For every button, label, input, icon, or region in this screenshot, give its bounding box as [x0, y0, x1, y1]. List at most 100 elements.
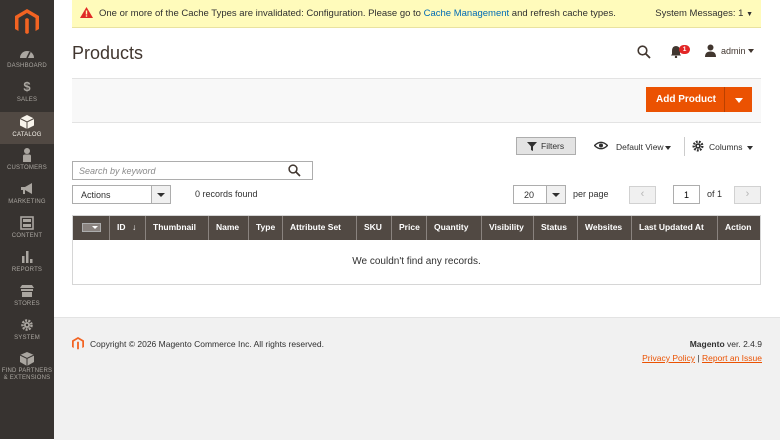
column-header-attribute-set[interactable]: Attribute Set	[283, 216, 357, 240]
chevron-down-icon	[747, 146, 753, 150]
search-icon[interactable]	[288, 164, 301, 177]
magento-logo-icon	[72, 337, 84, 350]
gear-icon	[21, 319, 33, 331]
column-header-quantity[interactable]: Quantity	[427, 216, 482, 240]
sidebar-item-label: MARKETING	[8, 199, 46, 205]
sidebar-item-label: SYSTEM	[14, 335, 40, 341]
add-product-label[interactable]: Add Product	[656, 94, 716, 105]
column-label: Price	[399, 222, 420, 232]
sidebar-item-label: CUSTOMERS	[6, 165, 48, 171]
column-label: Visibility	[489, 222, 524, 232]
chevron-down-icon: ▼	[746, 11, 753, 18]
sidebar-item-label: SALES	[16, 97, 38, 103]
toolbar-divider	[684, 137, 685, 156]
layout-icon	[20, 216, 34, 230]
sidebar-item-marketing[interactable]: MARKETING	[0, 182, 54, 216]
filter-icon	[527, 142, 537, 151]
per-page-select[interactable]: 20	[513, 185, 566, 204]
sidebar-item-label: STORES	[14, 301, 40, 307]
page-title: Products	[72, 43, 144, 63]
megaphone-icon	[21, 183, 32, 194]
column-label: Action	[725, 222, 752, 232]
column-header-websites[interactable]: Websites	[578, 216, 632, 240]
dropdown-toggle[interactable]	[546, 186, 565, 203]
warning-icon	[80, 7, 93, 18]
copyright-text: Copyright © 2026 Magento Commerce Inc. A…	[90, 339, 324, 349]
column-label: Status	[541, 222, 567, 232]
empty-grid-message: We couldn't find any records.	[352, 256, 481, 267]
mass-select-checkbox[interactable]	[82, 223, 101, 232]
keyword-search-box	[72, 161, 313, 180]
storefront-icon	[20, 285, 34, 297]
button-divider	[724, 87, 725, 112]
next-page-button[interactable]: ›	[734, 186, 761, 204]
mass-select-column[interactable]	[73, 216, 110, 240]
column-header-price[interactable]: Price	[392, 216, 427, 240]
search-input[interactable]	[79, 164, 279, 177]
filters-label: Filters	[541, 141, 565, 151]
sidebar-item-customers[interactable]: CUSTOMERS	[0, 148, 54, 182]
search-icon[interactable]	[637, 45, 651, 59]
actions-dropdown[interactable]: Actions	[72, 185, 171, 204]
sidebar-item-label: DASHBOARD	[7, 63, 47, 69]
box-icon	[19, 352, 35, 366]
sidebar-item-content[interactable]: CONTENT	[0, 216, 54, 250]
speedometer-icon	[20, 51, 34, 59]
user-icon[interactable]	[704, 44, 717, 57]
column-header-status[interactable]: Status	[534, 216, 578, 240]
column-label: Last Updated At	[639, 222, 704, 232]
filters-button[interactable]: Filters	[516, 137, 576, 155]
chevron-down-icon	[157, 193, 165, 197]
version-text: Magento ver. 2.4.9	[690, 339, 762, 349]
add-product-button[interactable]: Add Product	[646, 87, 752, 112]
column-label: Thumbnail	[153, 222, 196, 232]
system-message-bar: One or more of the Cache Types are inval…	[72, 0, 761, 28]
notification-count-badge: 1	[679, 45, 690, 54]
bar-chart-icon	[22, 251, 33, 263]
sidebar-item-catalog[interactable]: CATALOG	[0, 112, 54, 144]
sidebar-item-system[interactable]: SYSTEM	[0, 318, 54, 352]
per-page-label: per page	[573, 189, 609, 199]
column-header-last-updated[interactable]: Last Updated At	[632, 216, 718, 240]
dollar-icon: $	[23, 79, 31, 94]
default-view-label: Default View	[616, 142, 664, 152]
dropdown-toggle[interactable]	[151, 186, 170, 203]
sidebar-item-label: CATALOG	[12, 132, 42, 138]
actions-label: Actions	[81, 190, 111, 200]
page-total: of 1	[707, 189, 723, 199]
column-header-id[interactable]: ID ↓	[110, 216, 146, 240]
chevron-down-icon[interactable]	[748, 49, 754, 53]
sidebar-item-dashboard[interactable]: DASHBOARD	[0, 46, 54, 80]
cube-icon	[19, 115, 35, 129]
version-number: ver. 2.4.9	[724, 339, 762, 349]
system-messages-toggle[interactable]: System Messages: 1 ▼	[655, 8, 753, 19]
sidebar-item-stores[interactable]: STORES	[0, 284, 54, 318]
gear-icon	[692, 140, 704, 152]
sidebar-item-label: CONTENT	[11, 233, 43, 239]
chevron-down-icon	[552, 193, 560, 197]
records-found: 0 records found	[195, 189, 258, 199]
report-issue-link[interactable]: Report an Issue	[702, 353, 762, 363]
message-prefix: One or more of the Cache Types are inval…	[99, 8, 424, 19]
sidebar-item-sales[interactable]: $ SALES	[0, 80, 54, 114]
column-header-sku[interactable]: SKU	[357, 216, 392, 240]
column-header-name[interactable]: Name	[209, 216, 249, 240]
cache-management-link[interactable]: Cache Management	[424, 8, 510, 19]
column-label: Name	[216, 222, 240, 232]
column-header-type[interactable]: Type	[249, 216, 283, 240]
grid-header: ID ↓ Thumbnail Name Type Attribute Set SK…	[73, 216, 760, 240]
sidebar-item-find-partners[interactable]: FIND PARTNERS & EXTENSIONS	[0, 352, 54, 384]
sidebar-item-label: FIND PARTNERS	[1, 368, 53, 374]
link-separator: |	[697, 353, 700, 363]
page-number-input[interactable]	[673, 185, 700, 204]
admin-username[interactable]: admin	[721, 46, 746, 56]
columns-label: Columns	[709, 142, 743, 152]
chevron-down-icon[interactable]	[735, 98, 743, 103]
previous-page-button[interactable]: ‹	[629, 186, 656, 204]
person-icon	[23, 148, 31, 162]
sidebar-item-reports[interactable]: REPORTS	[0, 250, 54, 284]
column-header-visibility[interactable]: Visibility	[482, 216, 534, 240]
magento-logo-icon[interactable]	[15, 9, 39, 35]
footer-links: Privacy Policy | Report an Issue	[642, 353, 762, 363]
privacy-policy-link[interactable]: Privacy Policy	[642, 353, 695, 363]
